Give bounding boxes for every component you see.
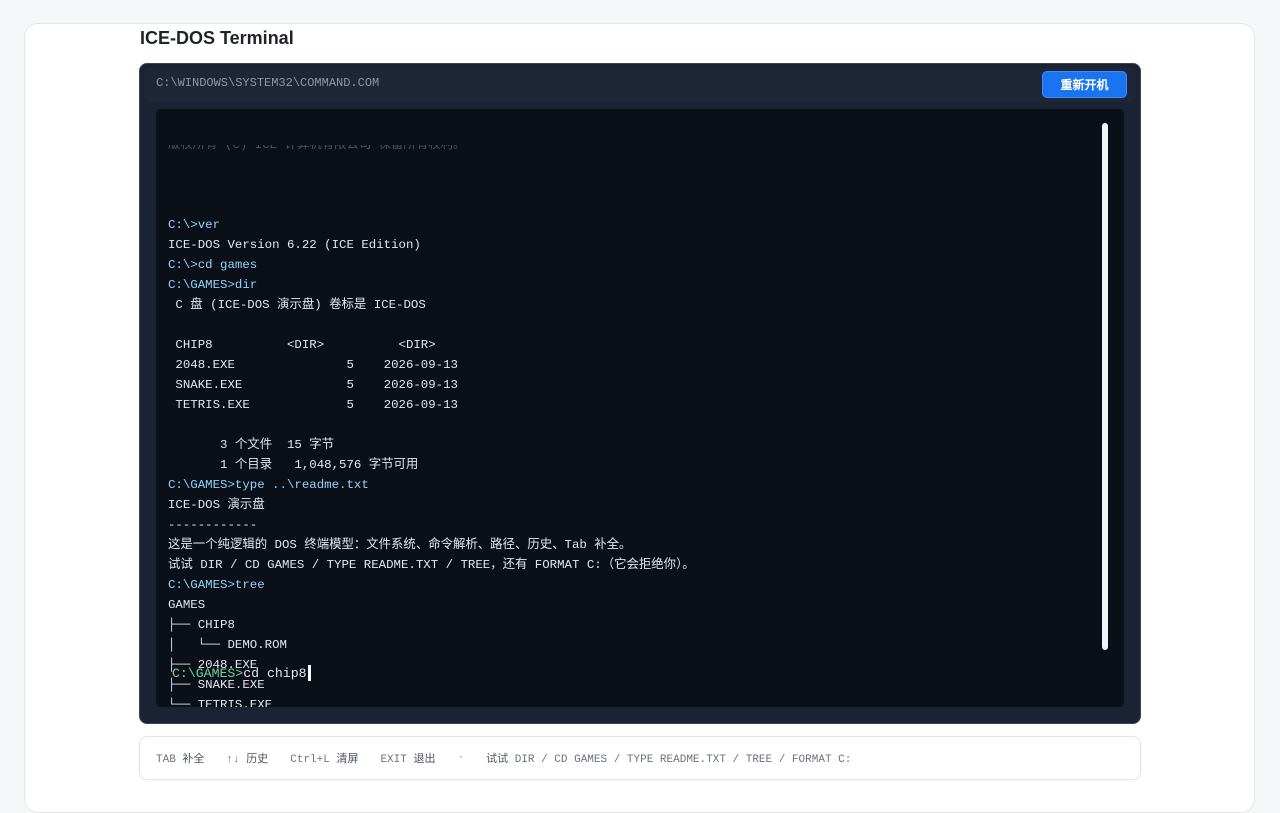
terminal-line-clipped: 版权所有 (C) ICE 计算机有限公司 保留所有权利。	[168, 145, 466, 152]
terminal-output-line: ICE-DOS Version 6.22 (ICE Edition)	[168, 238, 421, 252]
hint-tab: TAB 补全	[156, 752, 205, 766]
terminal-output: 版权所有 (C) ICE 计算机有限公司 保留所有权利。 C:\>ver ICE-…	[168, 115, 1088, 707]
input-prompt: C:\GAMES>	[172, 665, 244, 681]
terminal-input-row[interactable]: C:\GAMES> cd chip8	[172, 665, 311, 681]
terminal-output-line: TETRIS.EXE 5 2026-09-13	[168, 398, 458, 412]
hint-separator: ·	[457, 752, 465, 764]
hint-exit: EXIT 退出	[380, 752, 436, 766]
terminal-output-line: ------------	[168, 518, 258, 532]
terminal-output-line: GAMES	[168, 598, 206, 612]
terminal-command-line: C:\>cd games	[168, 258, 258, 272]
window-path: C:\WINDOWS\SYSTEM32\COMMAND.COM	[156, 76, 380, 90]
hint-clear: Ctrl+L 清屏	[290, 752, 359, 766]
terminal-command-line: C:\GAMES>dir	[168, 278, 258, 292]
command-input[interactable]: cd chip8	[243, 666, 306, 681]
hint-try: 试试 DIR / CD GAMES / TYPE README.TXT / TR…	[486, 752, 852, 766]
terminal-output-line: 1 个目录 1,048,576 字节可用	[168, 458, 419, 472]
terminal-output-line: ICE-DOS 演示盘	[168, 498, 265, 512]
terminal-lines: C:\>ver ICE-DOS Version 6.22 (ICE Edition…	[168, 195, 1088, 707]
hint-history: ↑↓ 历史	[226, 752, 269, 766]
terminal-output-line: C 盘 (ICE-DOS 演示盘) 卷标是 ICE-DOS	[168, 298, 426, 312]
terminal-output-line: 3 个文件 15 字节	[168, 438, 335, 452]
text-cursor	[307, 665, 311, 681]
terminal-screen[interactable]: 版权所有 (C) ICE 计算机有限公司 保留所有权利。 C:\>ver ICE-…	[156, 109, 1124, 707]
terminal-output-line: 这是一个纯逻辑的 DOS 终端模型：文件系统、命令解析、路径、历史、Tab 补全…	[168, 538, 632, 552]
terminal-command-line: C:\>ver	[168, 218, 221, 232]
terminal-output-line: 试试 DIR / CD GAMES / TYPE README.TXT / TR…	[168, 558, 695, 572]
terminal-output-line: SNAKE.EXE 5 2026-09-13	[168, 378, 458, 392]
terminal-command-line: C:\GAMES>type ..\readme.txt	[168, 478, 369, 492]
terminal-titlebar: C:\WINDOWS\SYSTEM32\COMMAND.COM 重新开机	[144, 68, 1136, 102]
terminal-output-line: │ └── DEMO.ROM	[168, 638, 287, 652]
reboot-button[interactable]: 重新开机	[1042, 71, 1127, 98]
page-title: ICE-DOS Terminal	[140, 28, 294, 48]
terminal-command-line: C:\GAMES>tree	[168, 578, 265, 592]
terminal-output-line: CHIP8 <DIR> <DIR>	[168, 338, 436, 352]
terminal-output-line: ├── CHIP8	[168, 618, 235, 632]
shortcut-hints-bar: TAB 补全 ↑↓ 历史 Ctrl+L 清屏 EXIT 退出 · 试试 DIR …	[139, 736, 1141, 780]
terminal-output-line: 2048.EXE 5 2026-09-13	[168, 358, 458, 372]
terminal-window: C:\WINDOWS\SYSTEM32\COMMAND.COM 重新开机 版权所…	[139, 63, 1141, 724]
terminal-output-line: └── TETRIS.EXE	[168, 698, 273, 707]
terminal-scrollbar[interactable]	[1102, 123, 1108, 650]
